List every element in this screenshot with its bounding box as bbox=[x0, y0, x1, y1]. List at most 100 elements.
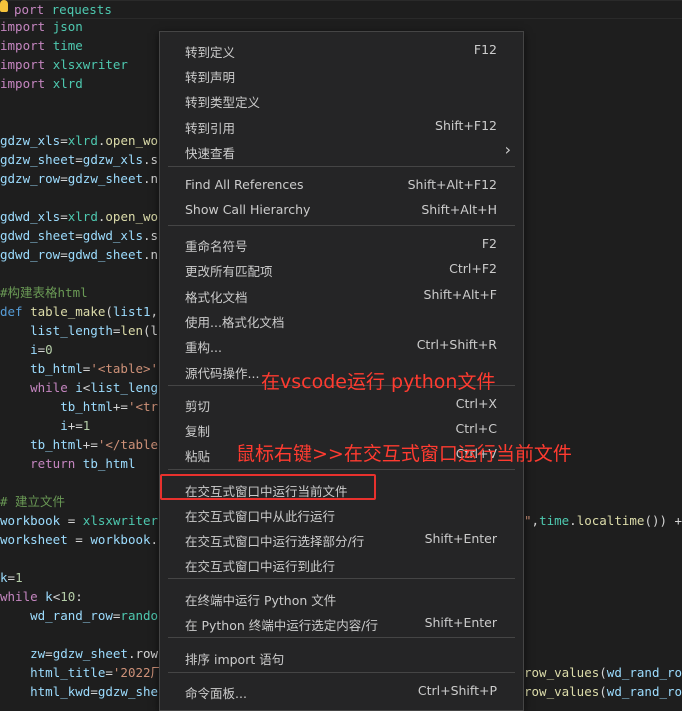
code-line[interactable]: html_title='2022厂 bbox=[0, 663, 163, 682]
code-line-fragment[interactable]: row_values(wd_rand_ro bbox=[524, 682, 682, 701]
code-token: open_wo bbox=[105, 133, 159, 148]
code-line[interactable]: import json bbox=[0, 17, 83, 36]
code-line[interactable]: i=0 bbox=[0, 340, 53, 359]
menu-item-label: 转到类型定义 bbox=[185, 95, 261, 110]
code-token: gdwd_xls bbox=[82, 228, 144, 243]
code-token: tb_html bbox=[82, 456, 136, 471]
code-line[interactable]: worksheet = workbook. bbox=[0, 530, 158, 549]
code-token: tb_html bbox=[0, 437, 83, 452]
code-line-fragment[interactable]: row_values(wd_rand_ro bbox=[524, 663, 682, 682]
menu-item-label: 在交互式窗口中运行到此行 bbox=[185, 559, 336, 574]
menu-item-label: Show Call Hierarchy bbox=[185, 202, 311, 217]
menu-item-shortcut: Ctrl+F2 bbox=[449, 261, 497, 276]
code-line[interactable]: tb_html='<table>' bbox=[0, 359, 158, 378]
code-token: ()) + bbox=[644, 513, 682, 528]
menu-item-label: 使用...格式化文档 bbox=[185, 315, 285, 330]
code-token: list_length bbox=[0, 323, 113, 338]
menu-item[interactable]: 转到定义 F12 bbox=[160, 37, 523, 62]
menu-item-shortcut: Shift+F12 bbox=[435, 118, 497, 133]
code-line[interactable]: zw=gdzw_sheet.row bbox=[0, 644, 158, 663]
menu-item[interactable]: 重构... Ctrl+Shift+R bbox=[160, 332, 523, 357]
annotation-run-python-in-vscode: 在vscode运行 python文件 bbox=[261, 371, 496, 393]
code-token: html_title bbox=[0, 665, 106, 680]
code-token: gdzw_sheet bbox=[52, 646, 128, 661]
code-line-fragment[interactable]: ",time.localtime()) + bbox=[524, 511, 682, 530]
code-line[interactable]: gdzw_row=gdzw_sheet.n bbox=[0, 169, 158, 188]
code-token: (l bbox=[143, 323, 159, 338]
menu-item-label: 剪切 bbox=[185, 399, 211, 414]
code-token: : bbox=[75, 589, 83, 604]
code-token: = bbox=[60, 171, 68, 186]
code-token: = bbox=[67, 532, 91, 547]
menu-item-shortcut: Ctrl+C bbox=[455, 421, 497, 436]
code-token: .n bbox=[143, 171, 159, 186]
code-token: row_values bbox=[524, 665, 600, 680]
menu-item[interactable]: 命令面板... Ctrl+Shift+P bbox=[160, 678, 523, 703]
code-line[interactable]: wd_rand_row=rando bbox=[0, 606, 158, 625]
menu-item-shortcut: Ctrl+X bbox=[455, 396, 497, 411]
code-line[interactable]: import xlsxwriter bbox=[0, 55, 128, 74]
code-line[interactable]: while k<10: bbox=[0, 587, 83, 606]
menu-item[interactable]: 在交互式窗口中运行选择部分/行 Shift+Enter bbox=[160, 526, 523, 551]
code-line[interactable]: import time bbox=[0, 36, 83, 55]
code-token: return bbox=[0, 456, 76, 471]
code-token: xlrd bbox=[67, 133, 98, 148]
menu-item[interactable]: Show Call Hierarchy Shift+Alt+H bbox=[160, 197, 523, 222]
code-token: i bbox=[0, 342, 38, 357]
code-line[interactable]: gdwd_row=gdwd_sheet.n bbox=[0, 245, 158, 264]
menu-item[interactable]: 在终端中运行 Python 文件 bbox=[160, 585, 523, 610]
menu-item[interactable]: 排序 import 语句 bbox=[160, 644, 523, 669]
menu-item[interactable]: Find All References Shift+Alt+F12 bbox=[160, 172, 523, 197]
code-token: ( bbox=[599, 684, 607, 699]
menu-item-label: 源代码操作... bbox=[185, 366, 260, 381]
code-line[interactable]: # 建立文件 bbox=[0, 492, 65, 511]
code-token: = bbox=[60, 247, 68, 262]
code-line[interactable]: gdzw_sheet=gdzw_xls.s bbox=[0, 150, 158, 169]
code-line[interactable]: tb_html+='</table bbox=[0, 435, 158, 454]
menu-item[interactable]: 格式化文档 Shift+Alt+F bbox=[160, 282, 523, 307]
menu-item[interactable]: 复制 Ctrl+C bbox=[160, 416, 523, 441]
code-token: json bbox=[52, 19, 83, 34]
menu-item[interactable]: 重命名符号 F2 bbox=[160, 231, 523, 256]
code-line[interactable]: k=1 bbox=[0, 568, 23, 587]
code-line[interactable]: list_length=len(l bbox=[0, 321, 158, 340]
code-token: = bbox=[60, 133, 68, 148]
code-line[interactable]: gdwd_xls=xlrd.open_wo bbox=[0, 207, 158, 226]
menu-item[interactable]: 剪切 Ctrl+X bbox=[160, 391, 523, 416]
code-line[interactable]: return tb_html bbox=[0, 454, 135, 473]
code-line[interactable]: html_kwd=gdzw_she bbox=[0, 682, 158, 701]
menu-item-label: 复制 bbox=[185, 424, 211, 439]
menu-item-label: 命令面板... bbox=[185, 686, 247, 701]
menu-item[interactable]: 快速查看 › bbox=[160, 138, 523, 163]
code-token: i bbox=[75, 380, 83, 395]
code-token: 0 bbox=[45, 342, 53, 357]
menu-item[interactable]: 在交互式窗口中从此行运行 bbox=[160, 501, 523, 526]
lightbulb-icon[interactable] bbox=[0, 0, 8, 12]
menu-item[interactable]: 转到类型定义 bbox=[160, 87, 523, 112]
code-token: workbook bbox=[90, 532, 151, 547]
menu-item[interactable]: 在 Python 终端中运行选定内容/行 Shift+Enter bbox=[160, 610, 523, 635]
code-line[interactable]: i+=1 bbox=[0, 416, 90, 435]
code-line[interactable]: while i<list_leng bbox=[0, 378, 158, 397]
menu-item[interactable]: 转到引用 Shift+F12 bbox=[160, 113, 523, 138]
code-line[interactable]: workbook = xlsxwriter bbox=[0, 511, 158, 530]
code-line[interactable]: gdzw_xls=xlrd.open_wo bbox=[0, 131, 158, 150]
code-line[interactable]: gdwd_sheet=gdwd_xls.s bbox=[0, 226, 158, 245]
code-token: = bbox=[90, 684, 98, 699]
menu-item[interactable]: 使用...格式化文档 bbox=[160, 307, 523, 332]
code-line[interactable]: tb_html+='<tr bbox=[0, 397, 158, 416]
code-token: , bbox=[150, 304, 159, 319]
menu-item[interactable]: 在交互式窗口中运行到此行 bbox=[160, 551, 523, 576]
code-token: = bbox=[105, 665, 113, 680]
code-token: import bbox=[0, 38, 46, 53]
code-line[interactable]: def table_make(list1, bbox=[0, 302, 158, 321]
code-token: time bbox=[52, 38, 83, 53]
menu-separator bbox=[168, 672, 515, 673]
code-line[interactable]: #构建表格html bbox=[0, 283, 88, 302]
code-line[interactable]: import xlrd bbox=[0, 74, 83, 93]
menu-separator bbox=[168, 578, 515, 579]
code-token: list1 bbox=[112, 304, 151, 319]
menu-item[interactable]: 转到声明 bbox=[160, 62, 523, 87]
menu-item[interactable]: 更改所有匹配项 Ctrl+F2 bbox=[160, 256, 523, 281]
